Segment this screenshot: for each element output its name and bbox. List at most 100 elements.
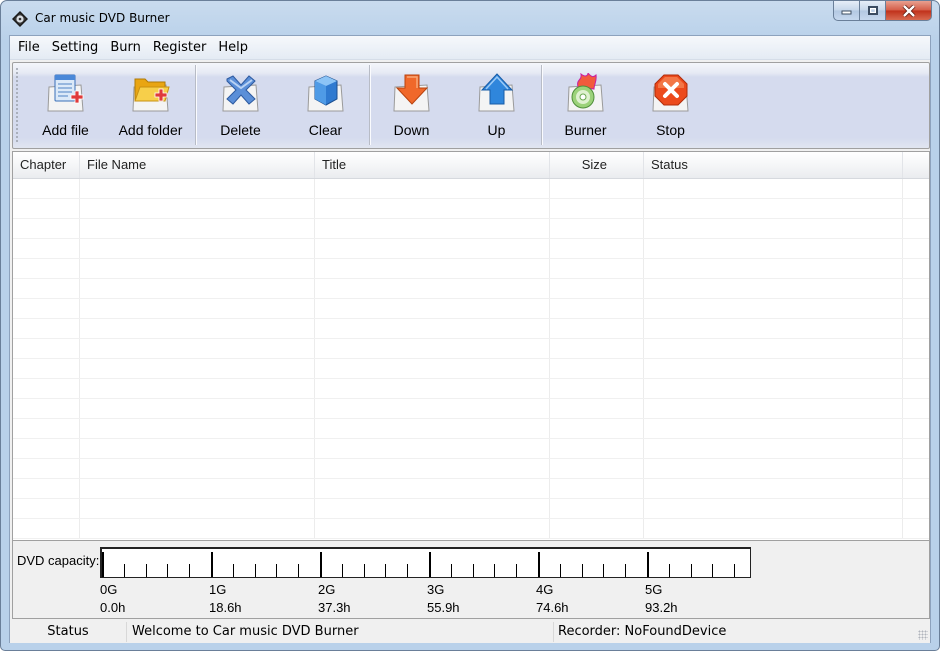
table-cell — [80, 219, 315, 238]
capacity-major-tick — [320, 552, 322, 577]
toolbar-group-burn: Burner Stop — [543, 63, 713, 148]
table-row[interactable] — [13, 179, 929, 199]
table-row[interactable] — [13, 239, 929, 259]
column-header-title[interactable]: Title — [315, 152, 550, 178]
table-cell — [315, 399, 550, 418]
table-row[interactable] — [13, 499, 929, 519]
table-cell — [13, 379, 80, 398]
table-cell — [315, 459, 550, 478]
table-row[interactable] — [13, 399, 929, 419]
close-button[interactable] — [886, 1, 932, 21]
menu-file[interactable]: File — [12, 37, 46, 59]
capacity-minor-tick — [254, 564, 256, 577]
dvd-disc-icon — [11, 10, 29, 28]
table-cell — [903, 339, 929, 358]
table-cell — [80, 499, 315, 518]
table-cell — [80, 239, 315, 258]
capacity-hour-label: 74.6h — [536, 600, 569, 615]
menu-help[interactable]: Help — [212, 37, 254, 59]
capacity-minor-tick — [494, 564, 496, 577]
client-area: File Setting Burn Register Help Add file… — [9, 35, 931, 643]
capacity-minor-tick — [516, 564, 518, 577]
table-row[interactable] — [13, 199, 929, 219]
status-bar: Status Welcome to Car music DVD Burner R… — [10, 620, 930, 643]
table-cell — [550, 519, 644, 538]
table-cell — [550, 199, 644, 218]
table-cell — [903, 299, 929, 318]
title-bar[interactable]: Car music DVD Burner — [1, 1, 939, 35]
minimize-icon — [834, 1, 859, 20]
table-cell — [13, 399, 80, 418]
capacity-minor-tick — [189, 564, 191, 577]
recorder-status-text: Recorder: NoFoundDevice — [558, 623, 727, 639]
minimize-button[interactable] — [833, 1, 860, 21]
stop-button[interactable]: Stop — [628, 63, 713, 148]
table-row[interactable] — [13, 319, 929, 339]
capacity-minor-tick — [232, 564, 234, 577]
table-header: Chapter File Name Title Size Status — [13, 152, 929, 179]
table-row[interactable] — [13, 359, 929, 379]
menu-register[interactable]: Register — [147, 37, 213, 59]
table-row[interactable] — [13, 519, 929, 539]
arrow-down-icon — [390, 73, 434, 113]
table-row[interactable] — [13, 339, 929, 359]
status-label: Status — [10, 621, 127, 642]
table-cell — [315, 379, 550, 398]
table-row[interactable] — [13, 479, 929, 499]
table-cell — [903, 419, 929, 438]
table-cell — [903, 439, 929, 458]
maximize-icon — [860, 1, 885, 20]
table-row[interactable] — [13, 259, 929, 279]
status-message: Welcome to Car music DVD Burner — [127, 621, 554, 642]
menu-burn[interactable]: Burn — [104, 37, 147, 59]
column-header-status[interactable]: Status — [644, 152, 903, 178]
table-cell — [80, 359, 315, 378]
table-cell — [13, 439, 80, 458]
move-down-button[interactable]: Down — [369, 63, 454, 148]
capacity-hour-label: 93.2h — [645, 600, 678, 615]
column-header-size[interactable]: Size — [550, 152, 644, 178]
delete-button[interactable]: Delete — [198, 63, 283, 148]
column-header-chapter[interactable]: Chapter — [13, 152, 80, 178]
column-header-filler — [903, 152, 929, 178]
table-row[interactable] — [13, 459, 929, 479]
burner-button[interactable]: Burner — [543, 63, 628, 148]
file-list-table[interactable]: Chapter File Name Title Size Status — [12, 151, 930, 541]
table-cell — [80, 319, 315, 338]
clear-icon — [304, 73, 348, 113]
toolbar-group-edit: Delete Clear — [198, 63, 368, 148]
table-row[interactable] — [13, 419, 929, 439]
table-cell — [903, 459, 929, 478]
toolbar-separator — [195, 65, 196, 145]
table-cell — [644, 499, 903, 518]
maximize-button[interactable] — [860, 1, 886, 21]
table-row[interactable] — [13, 379, 929, 399]
move-up-button[interactable]: Up — [454, 63, 539, 148]
add-folder-button[interactable]: Add folder — [108, 63, 193, 148]
toolbar-grip[interactable] — [16, 67, 18, 143]
table-cell — [13, 259, 80, 278]
capacity-hour-label: 18.6h — [209, 600, 242, 615]
menu-setting[interactable]: Setting — [46, 37, 105, 59]
table-cell — [550, 179, 644, 198]
table-cell — [550, 279, 644, 298]
column-header-file-name[interactable]: File Name — [80, 152, 315, 178]
clear-button[interactable]: Clear — [283, 63, 368, 148]
add-folder-label: Add folder — [118, 122, 183, 138]
table-cell — [80, 339, 315, 358]
clear-label: Clear — [308, 122, 343, 138]
table-row[interactable] — [13, 279, 929, 299]
capacity-minor-tick — [712, 564, 714, 577]
table-row[interactable] — [13, 219, 929, 239]
table-cell — [644, 459, 903, 478]
table-cell — [550, 259, 644, 278]
table-cell — [644, 519, 903, 538]
capacity-hour-label: 37.3h — [318, 600, 351, 615]
capacity-minor-tick — [450, 564, 452, 577]
table-row[interactable] — [13, 299, 929, 319]
add-file-button[interactable]: Add file — [23, 63, 108, 148]
table-cell — [550, 239, 644, 258]
resize-grip[interactable] — [918, 629, 928, 640]
table-row[interactable] — [13, 439, 929, 459]
capacity-gb-label: 1G — [209, 582, 227, 597]
